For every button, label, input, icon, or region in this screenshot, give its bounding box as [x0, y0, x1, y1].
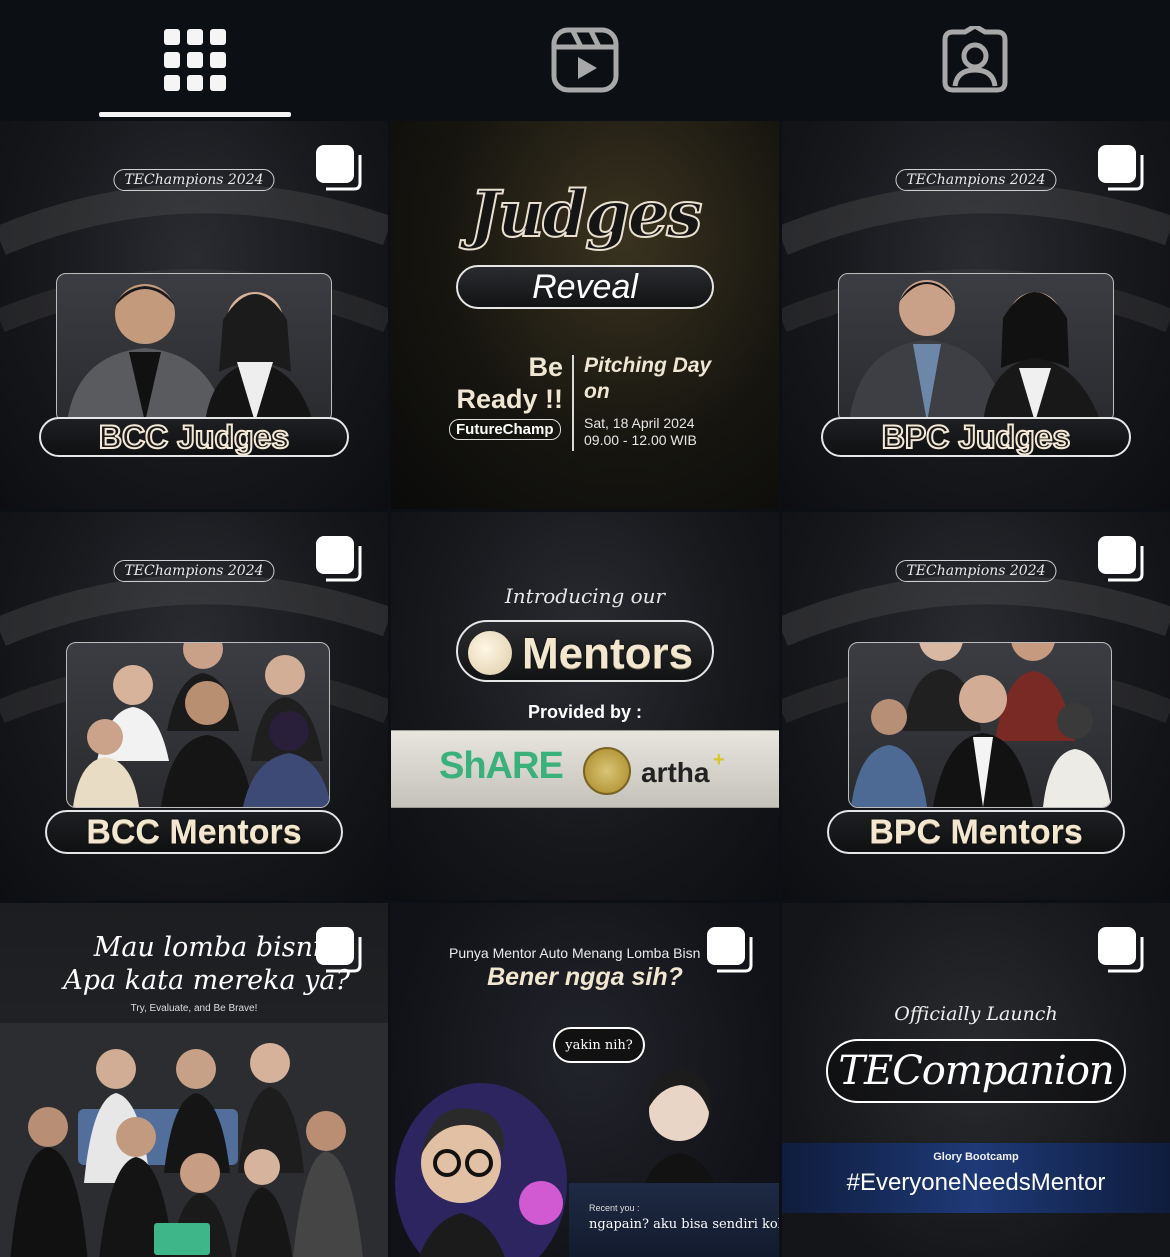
event-pill: TEChampions 2024	[113, 169, 275, 191]
mentors-photo	[848, 642, 1112, 808]
pitch-line-2: on	[584, 380, 610, 403]
ready-text: Ready !!	[456, 384, 563, 414]
event-pill: TEChampions 2024	[895, 169, 1057, 191]
university-seal-icon	[583, 747, 631, 795]
recent-label: Recent you :	[589, 1203, 640, 1213]
post-title: BPC Mentors	[869, 812, 1083, 851]
post-tecompanion[interactable]: Officially Launch TECompanion Glory Boot…	[782, 903, 1170, 1257]
posts-grid: TEChampions 2024 BCC Judges Judges Revea…	[0, 121, 1170, 1257]
mentors-pill: Mentors	[456, 620, 714, 682]
post-headline: Mau lomba bisnis? Apa kata mereka ya?	[60, 931, 350, 997]
judges-photo	[838, 273, 1114, 423]
hashtag-band: Glory Bootcamp #EveryoneNeedsMentor	[782, 1143, 1170, 1213]
provided-by-text: Provided by :	[527, 702, 643, 722]
carousel-icon	[1098, 536, 1144, 582]
post-tagline: Try, Evaluate, and Be Brave!	[130, 1003, 258, 1014]
carousel-icon	[1098, 145, 1144, 191]
carousel-icon	[707, 927, 753, 973]
headline-line-1: Mau lomba bisnis?	[93, 932, 350, 963]
post-title-pill: BPC Mentors	[827, 810, 1125, 854]
pitching-day-text: Pitching Day on	[584, 353, 711, 405]
glory-bootcamp-text: Glory Bootcamp	[933, 1151, 1019, 1163]
date-text: Sat, 18 April 2024	[584, 415, 695, 431]
post-bener-ngga-sih[interactable]: Punya Mentor Auto Menang Lomba Bisn Bene…	[391, 903, 779, 1257]
be-text: Be	[528, 352, 563, 382]
group-photo	[0, 1023, 388, 1257]
question-text: Punya Mentor Auto Menang Lomba Bisn	[449, 945, 701, 961]
artha-plus: +	[713, 749, 725, 771]
grid-icon	[164, 29, 226, 91]
artha-logo: artha	[641, 757, 710, 788]
sponsor-bar: ShARE artha +	[391, 730, 779, 808]
carousel-icon	[316, 145, 362, 191]
post-title: BPC Judges	[881, 418, 1071, 456]
tab-tagged[interactable]	[780, 0, 1170, 120]
post-bcc-judges[interactable]: TEChampions 2024 BCC Judges	[0, 121, 388, 509]
post-judges-reveal[interactable]: Judges Reveal Be Ready !! FutureChamp Pi…	[391, 121, 779, 509]
pill-dot-icon	[468, 631, 512, 675]
pitching-date: Sat, 18 April 2024 09.00 - 12.00 WIB	[584, 415, 697, 449]
tab-posts[interactable]	[0, 0, 390, 120]
be-ready-text: Be Ready !!	[451, 351, 563, 415]
post-title-pill: BCC Judges	[39, 417, 349, 457]
event-pill: TEChampions 2024	[895, 560, 1057, 582]
post-bpc-judges[interactable]: TEChampions 2024 BPC Judges	[782, 121, 1170, 509]
share-logo: ShARE	[439, 745, 564, 787]
tagged-icon	[942, 26, 1008, 93]
carousel-icon	[1098, 927, 1144, 973]
post-title: BCC Judges	[98, 418, 290, 456]
speech-bubble: yakin nih?	[553, 1027, 645, 1063]
post-bcc-mentors[interactable]: TEChampions 2024 BCC Mentors	[0, 512, 388, 900]
time-text: 09.00 - 12.00 WIB	[584, 432, 697, 448]
post-mau-lomba-bisnis[interactable]: Mau lomba bisnis? Apa kata mereka ya? Tr…	[0, 903, 388, 1257]
launch-text: Officially Launch	[894, 1003, 1058, 1025]
post-title-pill: BPC Judges	[821, 417, 1131, 457]
post-bpc-mentors[interactable]: TEChampions 2024 BPC Mentors	[782, 512, 1170, 900]
recent-text: ngapain? aku bisa sendiri kok	[589, 1217, 779, 1232]
carousel-icon	[316, 927, 362, 973]
reveal-pill: Reveal	[456, 265, 714, 309]
headline-line-2: Apa kata mereka ya?	[63, 965, 350, 996]
tecompanion-title: TECompanion	[826, 1039, 1126, 1103]
mentors-heading: Mentors	[522, 629, 694, 678]
divider	[572, 355, 574, 451]
judges-photo	[56, 273, 332, 423]
carousel-icon	[316, 536, 362, 582]
reels-icon	[551, 27, 619, 93]
post-title: BCC Mentors	[86, 812, 302, 851]
mentors-photo	[66, 642, 330, 808]
futurechamp-badge: FutureChamp	[449, 419, 561, 440]
pitch-line-1: Pitching Day	[584, 354, 712, 377]
post-title-pill: BCC Mentors	[45, 810, 343, 854]
hashtag-text: #EveryoneNeedsMentor	[846, 1169, 1106, 1196]
profile-tab-bar	[0, 0, 1170, 120]
event-pill: TEChampions 2024	[113, 560, 275, 582]
intro-text: Introducing our	[504, 584, 666, 608]
tab-reels[interactable]	[390, 0, 780, 120]
judges-heading: Judges	[468, 176, 703, 253]
post-introducing-mentors[interactable]: Introducing our Mentors Provided by : Sh…	[391, 512, 779, 900]
recent-you-box: Recent you : ngapain? aku bisa sendiri k…	[569, 1183, 779, 1257]
